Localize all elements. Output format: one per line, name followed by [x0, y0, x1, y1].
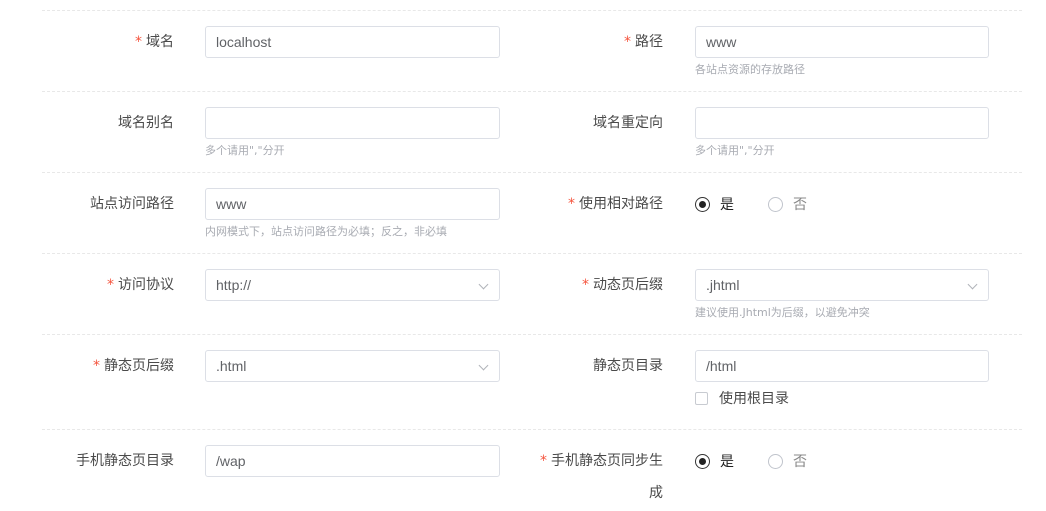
dynamic-suffix-label: * 动态页后缀 [582, 277, 663, 293]
mobile-static-sync-label-cont: 成 [649, 485, 663, 501]
radio-checked-icon [695, 453, 710, 469]
required-mark: * [624, 34, 631, 50]
radio-unchecked-icon [768, 453, 783, 469]
checkbox-unchecked-icon [695, 391, 708, 405]
mobile-sync-no-radio[interactable]: 否 [768, 451, 807, 471]
required-mark: * [582, 277, 589, 293]
row-divider [42, 172, 1022, 173]
row-divider [42, 253, 1022, 254]
relative-path-label: * 使用相对路径 [568, 196, 663, 212]
domain-alias-hint: 多个请用","分开 [205, 144, 285, 157]
static-dir-label: 静态页目录 [593, 358, 663, 374]
row-divider [42, 429, 1022, 430]
radio-unchecked-icon [768, 196, 783, 212]
dynamic-suffix-hint: 建议使用.Jhtml为后缀，以避免冲突 [695, 306, 870, 319]
required-mark: * [540, 453, 547, 469]
row-divider [42, 334, 1022, 335]
mobile-sync-yes-radio[interactable]: 是 [695, 451, 734, 471]
relative-path-yes-radio[interactable]: 是 [695, 194, 734, 214]
radio-checked-icon [695, 196, 710, 212]
required-mark: * [568, 196, 575, 212]
domain-redirect-input[interactable] [695, 107, 989, 139]
use-root-dir-checkbox[interactable]: 使用根目录 [695, 388, 789, 408]
domain-redirect-label: 域名重定向 [593, 115, 663, 131]
row-divider [42, 10, 1022, 11]
dynamic-suffix-select[interactable]: .jhtml [695, 269, 989, 301]
row-divider [42, 91, 1022, 92]
path-hint: 各站点资源的存放路径 [695, 63, 805, 76]
domain-redirect-hint: 多个请用","分开 [695, 144, 775, 157]
chevron-down-icon [967, 279, 978, 290]
path-input[interactable]: www [695, 26, 989, 58]
static-dir-input[interactable]: /html [695, 350, 989, 382]
path-label: * 路径 [624, 34, 663, 50]
relative-path-no-radio[interactable]: 否 [768, 194, 807, 214]
mobile-static-sync-label: * 手机静态页同步生 [540, 453, 663, 469]
site-access-path-hint: 内网模式下，站点访问路径为必填；反之，非必填 [205, 225, 447, 238]
